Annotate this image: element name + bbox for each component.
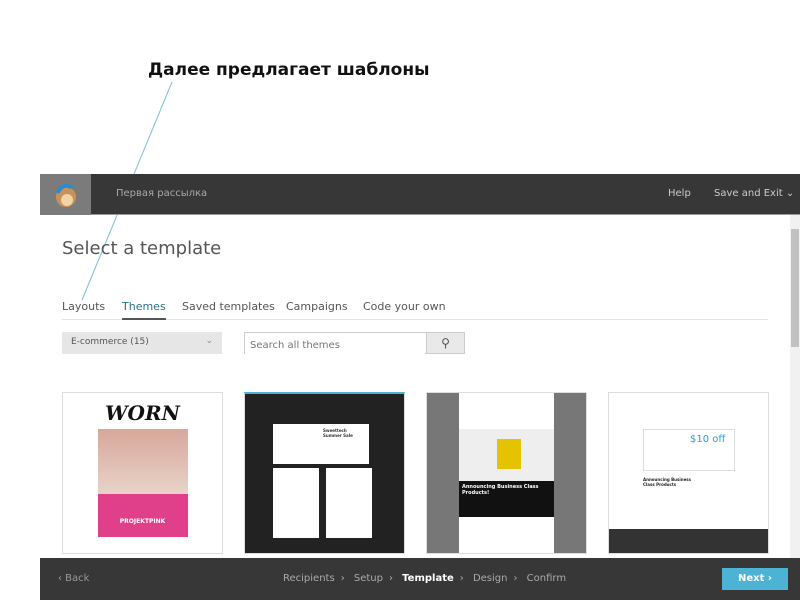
template-thumbnail-ten-off[interactable]: $10 off Announcing Business Class Produc…: [608, 392, 769, 554]
page-title: Select a template: [62, 238, 222, 259]
save-and-exit-menu[interactable]: Save and Exit ⌄: [714, 188, 794, 199]
save-and-exit-label: Save and Exit: [714, 188, 783, 199]
template-hero-image: PROJEKTPINK: [97, 429, 188, 537]
chevron-down-icon: ⌄: [205, 336, 213, 346]
step-separator: ›: [340, 573, 345, 584]
template-headline: WORN: [105, 401, 180, 425]
template-headline: Announcing Business Class Products!: [459, 481, 554, 517]
mailchimp-logo[interactable]: [40, 174, 91, 215]
campaign-name: Первая рассылка: [116, 188, 208, 199]
template-subtitle: PROJEKTPINK: [119, 518, 166, 525]
template-card: [326, 468, 373, 538]
template-thumbnail-worn[interactable]: WORN PROJEKTPINK: [62, 392, 223, 554]
scrollbar-thumb[interactable]: [791, 229, 799, 347]
template-subtitle: Announcing Business Class Products: [643, 477, 692, 487]
next-button[interactable]: Next ›: [722, 568, 788, 590]
tab-saved-templates[interactable]: Saved templates: [182, 300, 275, 320]
search-button[interactable]: ⚲: [426, 333, 464, 353]
search-icon: ⚲: [441, 336, 450, 350]
tab-layouts[interactable]: Layouts: [62, 300, 105, 320]
tab-themes[interactable]: Themes: [122, 300, 166, 320]
template-tabs: Layouts Themes Saved templates Campaigns…: [62, 300, 768, 320]
chevron-down-icon: ⌄: [785, 188, 795, 199]
step-template[interactable]: Template: [402, 573, 454, 584]
tab-campaigns[interactable]: Campaigns: [286, 300, 348, 320]
help-link[interactable]: Help: [668, 188, 691, 199]
theme-search: ⚲: [244, 332, 465, 356]
step-confirm[interactable]: Confirm: [527, 573, 566, 584]
step-separator: ›: [459, 573, 464, 584]
category-select[interactable]: E-commerce (15) ⌄: [62, 332, 222, 354]
template-card: [273, 468, 319, 538]
template-headline: Sweettech Summer Sale: [273, 424, 369, 464]
template-thumbnail-business-class[interactable]: Announcing Business Class Products!: [426, 392, 587, 554]
top-bar: Первая рассылка Help Save and Exit ⌄: [40, 174, 800, 215]
annotation-caption: Далее предлагает шаблоны: [148, 60, 430, 80]
bottom-bar: ‹ Back Recipients › Setup › Template › Desi…: [40, 558, 800, 600]
step-design[interactable]: Design: [473, 573, 508, 584]
step-recipients[interactable]: Recipients: [283, 573, 335, 584]
scrollbar[interactable]: [790, 215, 800, 558]
step-setup[interactable]: Setup: [354, 573, 383, 584]
tab-code-your-own[interactable]: Code your own: [363, 300, 446, 320]
template-thumbnail-sweettech-dark[interactable]: Sweettech Summer Sale: [244, 392, 405, 554]
back-button[interactable]: ‹ Back: [58, 573, 89, 584]
template-headline: $10 off: [643, 429, 735, 471]
category-value: E-commerce (15): [71, 337, 149, 347]
step-separator: ›: [388, 573, 393, 584]
search-input[interactable]: [245, 335, 425, 356]
progress-steps: Recipients › Setup › Template › Design › Con…: [283, 573, 572, 584]
step-separator: ›: [513, 573, 518, 584]
